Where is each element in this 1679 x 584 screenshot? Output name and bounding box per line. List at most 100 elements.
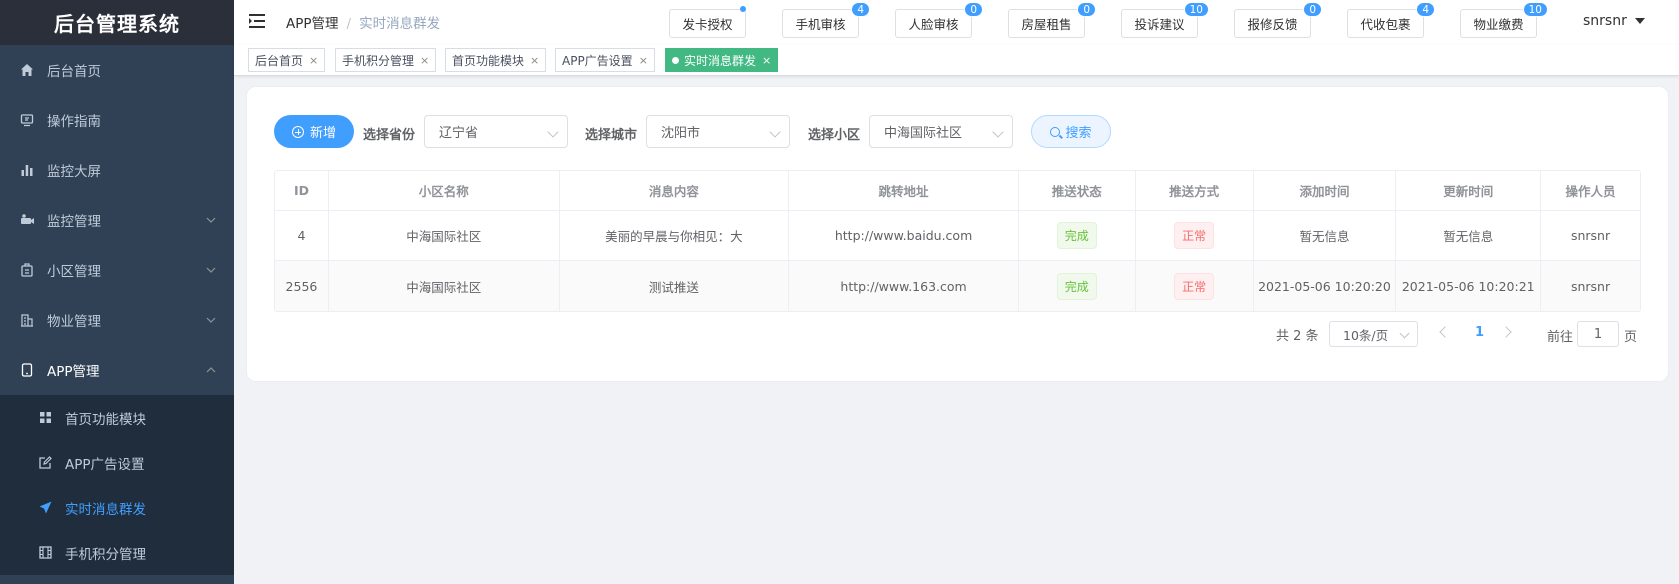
sidebar-item-monitor-manage[interactable]: 监控管理	[0, 195, 234, 245]
status-badge: 正常	[1174, 272, 1215, 300]
sidebar-item-community[interactable]: 小区管理	[0, 245, 234, 295]
house-rental-button[interactable]: 房屋租售 0	[1008, 2, 1096, 38]
chevron-down-icon	[1399, 328, 1410, 339]
button-label: 物业缴费	[1473, 17, 1524, 32]
edit-icon	[38, 455, 53, 470]
column-header: ID	[275, 171, 329, 210]
chevron-down-icon	[206, 217, 216, 223]
sidebar-subitem-label: 首页功能模块	[65, 411, 146, 428]
table-header: ID 小区名称 消息内容 跳转地址 推送状态 推送方式 添加时间 更新时间 操作…	[275, 171, 1640, 211]
table-row[interactable]: 2556 中海国际社区 测试推送 http://www.163.com 完成 正…	[275, 261, 1640, 311]
cell-updated: 2021-05-06 10:20:21	[1396, 261, 1542, 311]
prev-page-icon[interactable]	[1439, 326, 1451, 338]
button-label: 手机审核	[795, 17, 846, 32]
table-row[interactable]: 4 中海国际社区 美丽的早晨与你相见：大 http://www.baidu.co…	[275, 211, 1640, 261]
repair-feedback-button[interactable]: 报修反馈 0	[1234, 2, 1322, 38]
card-auth-button[interactable]: 发卡授权	[669, 6, 746, 38]
close-icon[interactable]: ×	[639, 54, 648, 67]
goto-page-input[interactable]: 1	[1577, 321, 1619, 347]
tag-app-ads[interactable]: APP广告设置 ×	[555, 48, 655, 72]
button-label: 发卡授权	[682, 17, 733, 32]
tag-home-modules[interactable]: 首页功能模块 ×	[445, 48, 547, 72]
close-icon[interactable]: ×	[309, 54, 318, 67]
tag-home[interactable]: 后台首页 ×	[248, 48, 326, 72]
sidebar-item-app[interactable]: APP管理	[0, 345, 234, 395]
message-table: ID 小区名称 消息内容 跳转地址 推送状态 推送方式 添加时间 更新时间 操作…	[274, 170, 1641, 312]
sidebar-subitem-phone-points[interactable]: 手机积分管理	[0, 530, 234, 575]
tag-phone-points[interactable]: 手机积分管理 ×	[335, 48, 437, 72]
film-icon	[38, 545, 53, 560]
cell-push-method: 正常	[1136, 211, 1254, 260]
chevron-down-icon	[206, 317, 216, 323]
face-review-button[interactable]: 人脸审核 0	[895, 2, 983, 38]
building-icon	[19, 262, 35, 278]
cell-operator: snrsnr	[1570, 228, 1611, 243]
plus-circle-icon	[291, 125, 304, 138]
count-badge: 0	[964, 2, 983, 17]
sidebar-subitem-realtime-push[interactable]: 实时消息群发	[0, 485, 234, 530]
province-select[interactable]: 辽宁省	[424, 115, 568, 148]
close-icon[interactable]: ×	[420, 54, 429, 67]
sidebar: 后台管理系统 后台首页 操作指南 监控大屏 监控管理 小区管理 物业管理 APP…	[0, 0, 234, 584]
chevron-down-icon	[547, 126, 559, 138]
community-label: 选择小区	[808, 128, 861, 143]
sidebar-subitem-label: 实时消息群发	[65, 501, 146, 518]
cell-community: 中海国际社区	[329, 261, 560, 311]
cell-message: 测试推送	[560, 261, 790, 311]
sidebar-item-guide[interactable]: 操作指南	[0, 95, 234, 145]
page-number[interactable]: 1	[1475, 325, 1484, 340]
tag-realtime-push[interactable]: 实时消息群发 ×	[665, 48, 779, 72]
button-label: 代收包裹	[1360, 17, 1411, 32]
property-fee-button[interactable]: 物业缴费 10	[1460, 2, 1548, 38]
sidebar-subitem-label: APP广告设置	[65, 456, 145, 473]
sidebar-subitem-app-ads[interactable]: APP广告设置	[0, 440, 234, 485]
button-label: 投诉建议	[1134, 17, 1185, 32]
app-submenu: 首页功能模块 APP广告设置 实时消息群发 手机积分管理	[0, 395, 234, 575]
tag-label: APP广告设置	[562, 53, 633, 68]
sidebar-item-label: 小区管理	[47, 264, 101, 280]
top-navbar: APP管理 / 实时消息群发 发卡授权 手机审核 4 人脸审核 0 房屋租售 0 投…	[234, 0, 1679, 45]
tag-label: 手机积分管理	[342, 53, 415, 68]
column-header: 跳转地址	[789, 171, 1019, 210]
cell-created: 2021-05-06 10:20:20	[1254, 261, 1397, 311]
add-button[interactable]: 新增	[274, 115, 354, 148]
goto-suffix: 页	[1624, 330, 1638, 345]
search-button[interactable]: 搜索	[1031, 115, 1111, 148]
community-select[interactable]: 中海国际社区	[869, 115, 1013, 148]
community-value: 中海国际社区	[884, 126, 963, 141]
city-label: 选择城市	[585, 128, 638, 143]
count-badge: 10	[1522, 2, 1548, 17]
cell-created: 暂无信息	[1254, 211, 1397, 260]
close-icon[interactable]: ×	[762, 54, 771, 67]
goto-prefix: 前往	[1547, 330, 1574, 345]
breadcrumb-item[interactable]: APP管理	[286, 16, 339, 32]
phone-review-button[interactable]: 手机审核 4	[782, 2, 870, 38]
sidebar-item-monitor-screen[interactable]: 监控大屏	[0, 145, 234, 195]
caret-down-icon	[1634, 18, 1645, 24]
username: snrsnr	[1583, 13, 1627, 29]
sidebar-subitem-home-modules[interactable]: 首页功能模块	[0, 395, 234, 440]
cell-id: 2556	[275, 261, 329, 311]
cell-id: 4	[275, 211, 329, 260]
user-menu[interactable]: snrsnr	[1583, 13, 1645, 29]
column-header: 推送方式	[1136, 171, 1254, 210]
cell-community: 中海国际社区	[329, 211, 560, 260]
column-header: 操作人员	[1565, 184, 1616, 199]
close-icon[interactable]: ×	[530, 54, 539, 67]
chevron-up-icon	[206, 367, 216, 373]
city-select[interactable]: 沈阳市	[646, 115, 790, 148]
page-size-select[interactable]: 10条/页	[1329, 321, 1418, 347]
cell-push-status: 完成	[1019, 261, 1136, 311]
hamburger-icon[interactable]	[248, 13, 266, 29]
notification-dot	[740, 6, 746, 12]
next-page-icon[interactable]	[1500, 326, 1512, 338]
cell-push-method: 正常	[1136, 261, 1254, 311]
complaint-button[interactable]: 投诉建议 10	[1121, 2, 1209, 38]
sidebar-item-property[interactable]: 物业管理	[0, 295, 234, 345]
parcel-button[interactable]: 代收包裹 4	[1347, 2, 1435, 38]
sidebar-item-label: 监控管理	[47, 214, 101, 230]
pagination: 共 2 条 10条/页 1 前往 1 页	[247, 321, 1668, 347]
column-header: 推送状态	[1019, 171, 1136, 210]
search-button-label: 搜索	[1065, 126, 1092, 141]
sidebar-item-home[interactable]: 后台首页	[0, 45, 234, 95]
